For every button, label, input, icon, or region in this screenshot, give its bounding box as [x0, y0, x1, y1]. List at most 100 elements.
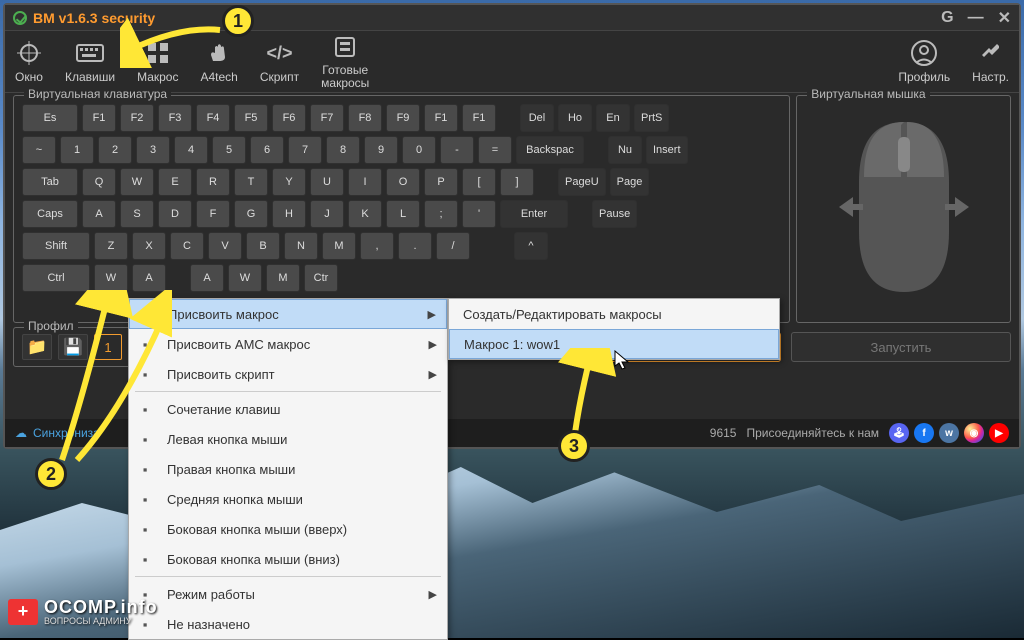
key-,[interactable]: ,: [360, 232, 394, 260]
key-T[interactable]: T: [234, 168, 268, 196]
key-Shift[interactable]: Shift: [22, 232, 90, 260]
key-F8[interactable]: F8: [348, 104, 382, 132]
toolbar-script[interactable]: </> Скрипт: [260, 39, 299, 84]
key-F1[interactable]: F1: [462, 104, 496, 132]
key-Caps[interactable]: Caps: [22, 200, 78, 228]
key-F[interactable]: F: [196, 200, 230, 228]
close-icon[interactable]: ✕: [998, 8, 1011, 28]
key-Nu[interactable]: Nu: [608, 136, 642, 164]
key-X[interactable]: X: [132, 232, 166, 260]
key-F7[interactable]: F7: [310, 104, 344, 132]
key-G[interactable]: G: [234, 200, 268, 228]
globe-icon[interactable]: G: [941, 9, 953, 27]
toolbar-window[interactable]: Окно: [15, 39, 43, 84]
key-][interactable]: ]: [500, 168, 534, 196]
ctx-grid[interactable]: ▪ Присвоить макрос ▶: [129, 299, 447, 329]
key-1[interactable]: 1: [60, 136, 94, 164]
key-F9[interactable]: F9: [386, 104, 420, 132]
key-J[interactable]: J: [310, 200, 344, 228]
key-A[interactable]: A: [190, 264, 224, 292]
mouse-graphic[interactable]: [819, 112, 989, 302]
key-F5[interactable]: F5: [234, 104, 268, 132]
key-A[interactable]: A: [132, 264, 166, 292]
key-Del[interactable]: Del: [520, 104, 554, 132]
discord-icon[interactable]: 🕹: [889, 423, 909, 443]
key-I[interactable]: I: [348, 168, 382, 196]
key-5[interactable]: 5: [212, 136, 246, 164]
key-8[interactable]: 8: [326, 136, 360, 164]
run-button[interactable]: Запустить: [791, 332, 1011, 362]
key-Y[interactable]: Y: [272, 168, 306, 196]
ctx-side-up[interactable]: ▪ Боковая кнопка мыши (вверх): [129, 514, 447, 544]
key-2[interactable]: 2: [98, 136, 132, 164]
key-3[interactable]: 3: [136, 136, 170, 164]
key-W[interactable]: W: [228, 264, 262, 292]
key-'[interactable]: ': [462, 200, 496, 228]
key-PrtS[interactable]: PrtS: [634, 104, 669, 132]
key-W[interactable]: W: [94, 264, 128, 292]
key-Tab[interactable]: Tab: [22, 168, 78, 196]
key-;[interactable]: ;: [424, 200, 458, 228]
key-F4[interactable]: F4: [196, 104, 230, 132]
instagram-icon[interactable]: ◉: [964, 423, 984, 443]
key-~[interactable]: ~: [22, 136, 56, 164]
ctx-combo[interactable]: ▪ Сочетание клавиш: [129, 394, 447, 424]
key-A[interactable]: A: [82, 200, 116, 228]
minimize-icon[interactable]: —: [968, 9, 984, 27]
key-Es[interactable]: Es: [22, 104, 78, 132]
key-V[interactable]: V: [208, 232, 242, 260]
sub-item[interactable]: Создать/Редактировать макросы: [449, 299, 779, 329]
key-PageU[interactable]: PageU: [558, 168, 606, 196]
key-E[interactable]: E: [158, 168, 192, 196]
key-Z[interactable]: Z: [94, 232, 128, 260]
ctx-rmb[interactable]: ▪ Правая кнопка мыши: [129, 454, 447, 484]
key-F6[interactable]: F6: [272, 104, 306, 132]
key-En[interactable]: En: [596, 104, 630, 132]
key-Ho[interactable]: Ho: [558, 104, 592, 132]
key-R[interactable]: R: [196, 168, 230, 196]
key-Ctr[interactable]: Ctr: [304, 264, 338, 292]
youtube-icon[interactable]: ▶: [989, 423, 1009, 443]
key-9[interactable]: 9: [364, 136, 398, 164]
ctx-script[interactable]: ▪ Присвоить скрипт ▶: [129, 359, 447, 389]
key-S[interactable]: S: [120, 200, 154, 228]
key-C[interactable]: C: [170, 232, 204, 260]
key-F2[interactable]: F2: [120, 104, 154, 132]
key-O[interactable]: O: [386, 168, 420, 196]
key-D[interactable]: D: [158, 200, 192, 228]
key-0[interactable]: 0: [402, 136, 436, 164]
key-.[interactable]: .: [398, 232, 432, 260]
key-/[interactable]: /: [436, 232, 470, 260]
ctx-lmb[interactable]: ▪ Левая кнопка мыши: [129, 424, 447, 454]
key-P[interactable]: P: [424, 168, 458, 196]
key-Q[interactable]: Q: [82, 168, 116, 196]
ctx-gear[interactable]: ▪ Режим работы ▶: [129, 579, 447, 609]
key-F1[interactable]: F1: [82, 104, 116, 132]
ctx-none[interactable]: ▪ Не назначено: [129, 609, 447, 639]
ctx-side-dn[interactable]: ▪ Боковая кнопка мыши (вниз): [129, 544, 447, 574]
toolbar-settings[interactable]: Настр.: [972, 39, 1009, 84]
key-H[interactable]: H: [272, 200, 306, 228]
facebook-icon[interactable]: f: [914, 423, 934, 443]
toolbar-keys[interactable]: Клавиши: [65, 39, 115, 84]
key-4[interactable]: 4: [174, 136, 208, 164]
key-K[interactable]: K: [348, 200, 382, 228]
key-L[interactable]: L: [386, 200, 420, 228]
vk-icon[interactable]: w: [939, 423, 959, 443]
key-6[interactable]: 6: [250, 136, 284, 164]
key-N[interactable]: N: [284, 232, 318, 260]
folder-button[interactable]: 📁: [22, 334, 52, 360]
toolbar-profile[interactable]: Профиль: [898, 39, 950, 84]
key--[interactable]: -: [440, 136, 474, 164]
key-M[interactable]: M: [266, 264, 300, 292]
toolbar-ready-macros[interactable]: Готовые макросы: [321, 33, 369, 90]
key-Enter[interactable]: Enter: [500, 200, 568, 228]
key-Insert[interactable]: Insert: [646, 136, 688, 164]
key-Pause[interactable]: Pause: [592, 200, 637, 228]
key-[[interactable]: [: [462, 168, 496, 196]
ctx-mmb[interactable]: ▪ Средняя кнопка мыши: [129, 484, 447, 514]
ctx-doc[interactable]: ▪ Присвоить AMC макрос ▶: [129, 329, 447, 359]
key-Ctrl[interactable]: Ctrl: [22, 264, 90, 292]
key-=[interactable]: =: [478, 136, 512, 164]
key-^[interactable]: ^: [514, 232, 548, 260]
